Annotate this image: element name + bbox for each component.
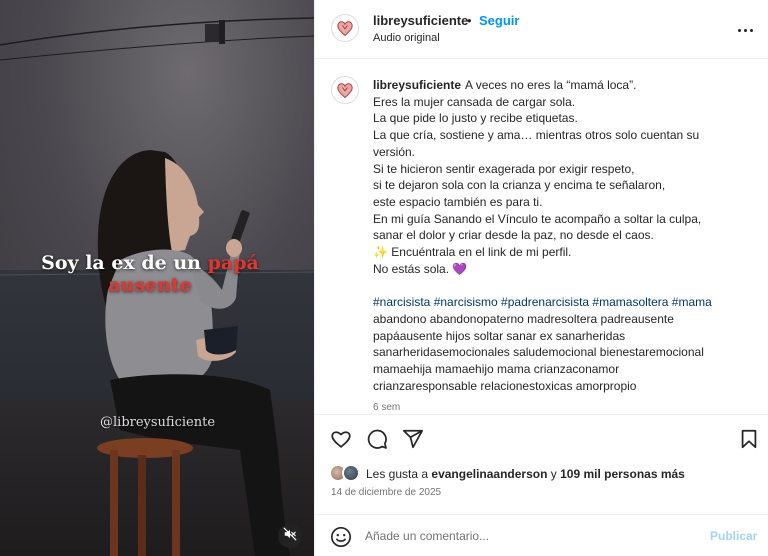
caption-username[interactable]: libreysuficiente <box>373 78 461 92</box>
likes-count[interactable]: 109 mil personas más <box>560 467 685 481</box>
caption-line: libreysuficiente A veces no eres la “mamá… <box>373 78 637 92</box>
post-media-video[interactable]: Soy la ex de un papá ausente @libreysufi… <box>0 0 314 556</box>
liker-avatars[interactable] <box>329 464 363 484</box>
caption-line: ✨ Encuéntrala en el link de mi perfil. <box>373 245 572 260</box>
send-paper-plane-icon <box>402 429 424 449</box>
caption-line: No estás sola. 💜 <box>373 261 468 276</box>
caption-line: La que cría, sostiene y ama… mientras ot… <box>373 128 700 143</box>
hashtag-links[interactable]: #narcisista #narcisismo #padrenarcisista… <box>373 294 757 311</box>
likes-summary[interactable]: Les gusta a evangelinaanderson y 109 mil… <box>366 467 685 481</box>
heart-outline-icon <box>331 431 351 448</box>
caption-keywords: mamaehija mamaehijo mama crianzaconamor <box>373 361 620 376</box>
share-button[interactable] <box>401 427 425 451</box>
header-username[interactable]: libreysuficiente <box>373 13 468 28</box>
comment-button[interactable] <box>365 427 389 451</box>
emoji-button[interactable] <box>329 525 353 549</box>
heart-logo-icon <box>337 21 353 37</box>
caption-line: La que pide lo justo y recibe etiquetas. <box>373 111 578 126</box>
caption-line: si te dejaron sola con la crianza y enci… <box>373 178 666 193</box>
comment-bubble-icon <box>367 429 387 449</box>
caption-keywords: crianzaresponsable relacionestoxicas amo… <box>373 378 637 393</box>
video-overlay-title: Soy la ex de un papá ausente <box>40 252 260 296</box>
caption-section: libreysuficiente A veces no eres la “mamá… <box>315 60 768 412</box>
like-button[interactable] <box>329 427 353 451</box>
header-separator: • <box>467 13 472 28</box>
overlay-title-accent-1: papá <box>207 252 259 274</box>
avatar <box>342 464 360 482</box>
more-options-button[interactable] <box>733 18 757 38</box>
audio-label[interactable]: Audio original <box>373 32 440 44</box>
video-watermark: @libreysuficiente <box>100 415 216 430</box>
action-bar <box>315 414 768 466</box>
caption-line: sanar el dolor y criar desde la paz, no … <box>373 228 654 243</box>
likes-section: Les gusta a evangelinaanderson y 109 mil… <box>315 460 768 508</box>
post-date[interactable]: 14 de diciembre de 2025 <box>331 487 441 498</box>
avatar[interactable] <box>331 76 359 104</box>
comment-input[interactable] <box>365 523 695 549</box>
add-comment-bar: Publicar <box>315 514 768 556</box>
more-horizontal-icon <box>736 19 754 37</box>
emoji-smiley-icon <box>331 527 351 547</box>
mute-toggle-button[interactable] <box>278 524 302 548</box>
post-details-panel: libreysuficiente • Seguir Audio original… <box>314 0 768 556</box>
post-header: libreysuficiente • Seguir Audio original <box>315 0 768 59</box>
bookmark-icon <box>741 429 757 449</box>
caption-line: Eres la mujer cansada de cargar sola. <box>373 94 576 109</box>
publish-button[interactable]: Publicar <box>710 529 757 543</box>
overlay-title-accent-2: ausente <box>108 274 192 296</box>
heart-logo-icon <box>337 83 353 99</box>
caption-line: versión. <box>373 144 416 159</box>
speaker-muted-icon <box>283 527 297 546</box>
caption-line: En mi guía Sanando el Vínculo te acompañ… <box>373 211 702 226</box>
follow-button[interactable]: Seguir <box>479 13 519 28</box>
save-button[interactable] <box>737 427 761 451</box>
caption-line: este espacio también es para ti. <box>373 194 543 209</box>
caption-line: Si te hicieron sentir exagerada por exig… <box>373 161 635 176</box>
caption-keywords: abandono abandonopaterno madresoltera pa… <box>373 311 674 326</box>
caption-keywords: papáausente hijos soltar sanar ex sanarh… <box>373 328 626 343</box>
liker-username[interactable]: evangelinaanderson <box>431 467 547 481</box>
post-caption: libreysuficiente A veces no eres la “mamá… <box>373 77 757 412</box>
avatar[interactable] <box>331 14 359 42</box>
overlay-title-text: Soy la ex de un <box>41 252 201 274</box>
caption-keywords: sanarheridasemocionales saludemocional b… <box>373 345 704 360</box>
post-time-ago[interactable]: 6 sem <box>373 400 757 412</box>
